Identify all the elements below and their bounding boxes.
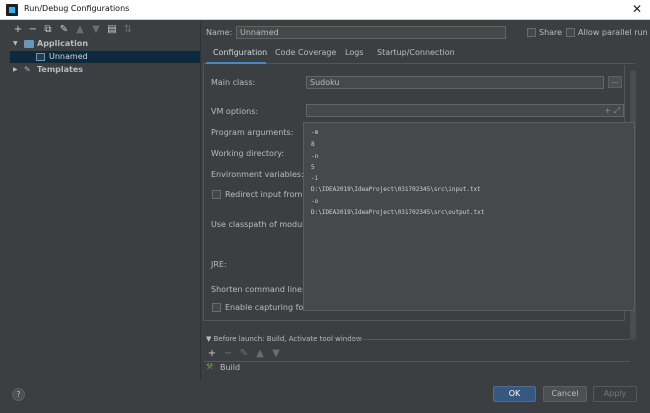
program-arguments-label: Program arguments: — [211, 128, 294, 137]
main-class-label: Main class: — [211, 78, 256, 87]
tab-logs[interactable]: Logs — [345, 48, 363, 57]
tree-label-unnamed: Unnamed — [49, 52, 88, 61]
remove-icon[interactable]: − — [27, 24, 39, 36]
share-checkbox[interactable] — [527, 28, 536, 37]
main-class-browse-button[interactable]: ... — [608, 76, 622, 88]
arg-line: D:\IDEA2019\IdeaProject\031702345\src\in… — [311, 186, 481, 193]
before-launch-separator — [350, 339, 630, 340]
arg-line: -n — [311, 153, 319, 160]
templates-wrench-icon: ✎ — [24, 65, 31, 74]
run-config-icon — [36, 53, 45, 61]
move-task-down-icon[interactable]: ▼ — [270, 348, 282, 360]
wrench-icon[interactable]: ✎ — [58, 24, 70, 36]
collapse-triangle-icon[interactable]: ▼ — [206, 335, 211, 343]
folder-icon[interactable]: ▤ — [106, 24, 118, 36]
jre-label: JRE: — [211, 260, 227, 269]
config-tabs: Configuration Code Coverage Logs Startup… — [203, 46, 635, 64]
tree-label-templates: Templates — [37, 65, 84, 74]
arg-line: 8 — [311, 141, 315, 148]
intellij-app-icon — [6, 4, 18, 16]
expand-arrow-icon[interactable]: ▼ — [13, 38, 18, 50]
remove-task-icon[interactable]: − — [222, 348, 234, 360]
configurations-toolbar: + − ⧉ ✎ ▲ ▼ ▤ ⇅ — [10, 24, 200, 38]
main-class-input[interactable]: Sudoku — [306, 76, 604, 89]
arg-line: -m — [311, 129, 319, 136]
active-tab-indicator — [206, 62, 266, 64]
panel-divider[interactable] — [200, 22, 201, 380]
name-input[interactable]: Unnamed — [236, 26, 506, 39]
enable-capturing-label: Enable capturing form — [225, 303, 315, 312]
configurations-tree: ▼ Application Unnamed ▶ ✎ Templates — [10, 38, 200, 376]
tab-code-coverage[interactable]: Code Coverage — [275, 48, 336, 57]
arg-line: 5 — [311, 164, 315, 171]
apply-button[interactable]: Apply — [593, 386, 637, 402]
tree-node-templates[interactable]: ▶ ✎ Templates — [10, 64, 200, 76]
redirect-input-checkbox[interactable] — [212, 190, 221, 199]
tree-label-application: Application — [37, 39, 89, 48]
add-icon[interactable]: + — [12, 24, 24, 36]
help-button[interactable]: ? — [12, 388, 25, 401]
arg-line: -o — [311, 198, 319, 205]
shorten-command-line-label: Shorten command line: — [211, 285, 305, 294]
ok-button[interactable]: OK — [493, 386, 536, 402]
environment-variables-label: Environment variables: — [211, 170, 304, 179]
task-build[interactable]: Build — [220, 363, 240, 372]
classpath-module-label: Use classpath of module: — [211, 220, 313, 229]
name-label: Name: — [206, 28, 233, 37]
before-launch-task-list: Build — [204, 361, 630, 375]
working-directory-label: Working directory: — [211, 149, 285, 158]
cancel-button[interactable]: Cancel — [543, 386, 587, 402]
edit-task-icon[interactable]: ✎ — [238, 348, 250, 360]
collapse-arrow-icon[interactable]: ▶ — [13, 64, 18, 76]
redirect-input-label: Redirect input from: — [225, 190, 305, 199]
tree-node-application[interactable]: ▼ Application — [10, 38, 200, 50]
move-task-up-icon[interactable]: ▲ — [254, 348, 266, 360]
tree-node-unnamed[interactable]: Unnamed — [10, 51, 200, 63]
tab-configuration[interactable]: Configuration — [213, 48, 267, 57]
tab-startup-connection[interactable]: Startup/Connection — [377, 48, 455, 57]
move-up-icon[interactable]: ▲ — [74, 24, 86, 36]
before-launch-toolbar: + − ✎ ▲ ▼ — [206, 348, 306, 360]
title-bar: Run/Debug Configurations ✕ — [0, 0, 650, 20]
arg-line: D:\IDEA2019\IdeaProject\031702345\src\ou… — [311, 209, 485, 216]
add-task-icon[interactable]: + — [206, 348, 218, 360]
program-arguments-editor[interactable]: -m 8 -n 5 -i D:\IDEA2019\IdeaProject\031… — [303, 122, 635, 311]
enable-capturing-checkbox[interactable] — [212, 303, 221, 312]
share-label: Share — [539, 28, 563, 37]
before-launch-header[interactable]: ▼ Before launch: Build, Activate tool wi… — [206, 335, 362, 343]
vm-options-label: VM options: — [211, 107, 259, 116]
copy-icon[interactable]: ⧉ — [42, 24, 54, 36]
build-hammer-icon: ⚒ — [206, 362, 214, 371]
vm-options-input[interactable]: + ⤢ — [306, 104, 624, 117]
expand-icon[interactable]: + ⤢ — [604, 105, 620, 116]
close-icon[interactable]: ✕ — [632, 2, 642, 16]
sort-icon[interactable]: ⇅ — [122, 24, 134, 36]
window-title: Run/Debug Configurations — [24, 4, 130, 13]
application-folder-icon — [24, 40, 34, 48]
allow-parallel-label: Allow parallel run — [578, 28, 648, 37]
move-down-icon[interactable]: ▼ — [90, 24, 102, 36]
arg-line: -i — [311, 175, 319, 182]
allow-parallel-checkbox[interactable] — [566, 28, 575, 37]
